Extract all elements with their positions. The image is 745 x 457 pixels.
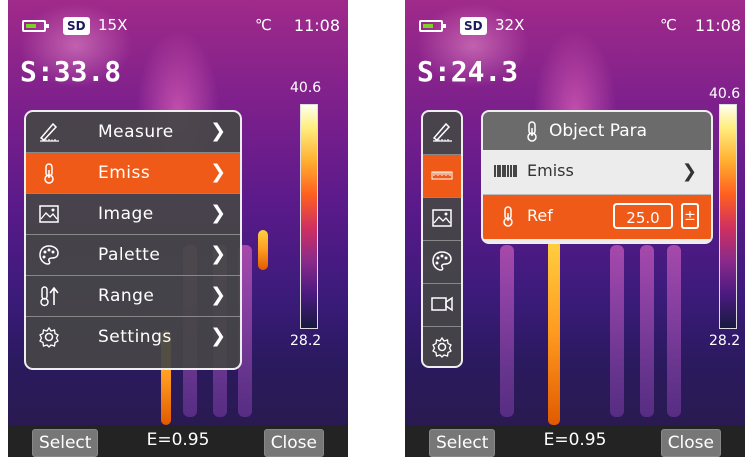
video-camera-icon — [431, 293, 453, 315]
chevron-right-icon: ❯ — [210, 120, 226, 142]
ruler-pencil-icon — [431, 121, 453, 143]
iconbar-item-emiss[interactable] — [423, 155, 461, 198]
battery-icon — [419, 20, 446, 32]
scale-max-label: 40.6 — [709, 86, 741, 102]
battery-icon — [22, 20, 49, 32]
menu-item-label: Measure — [98, 122, 174, 142]
status-bar: SD 32X ℃ 11:08 — [405, 14, 745, 40]
ref-value-field[interactable]: 25.0 — [613, 203, 673, 229]
background-stripe — [610, 245, 624, 417]
thermometer-icon — [497, 205, 519, 227]
menu-item-emiss[interactable]: Emiss ❯ — [26, 153, 240, 194]
image-icon — [38, 203, 60, 225]
menu-item-label: Image — [98, 204, 154, 224]
chevron-right-icon: ❯ — [210, 161, 226, 183]
spot-temperature: S:33.8 — [20, 55, 122, 88]
image-icon — [431, 207, 453, 229]
menu-item-label: Palette — [98, 245, 161, 265]
thermometer-range-icon — [38, 285, 60, 307]
sd-card-badge: SD — [63, 17, 90, 35]
temperature-scale-bar — [719, 104, 737, 329]
status-bar: SD 15X ℃ 11:08 — [8, 14, 348, 40]
iconbar-item-video[interactable] — [423, 284, 461, 327]
menu-icon-bar — [421, 110, 463, 368]
panel-header: Object Para — [483, 112, 711, 150]
unit-celsius: ℃ — [660, 16, 677, 34]
barcode-icon — [493, 163, 523, 179]
clock: 11:08 — [293, 16, 340, 35]
chevron-right-icon: ❯ — [681, 161, 697, 182]
clock: 11:08 — [694, 16, 741, 35]
panel-title: Object Para — [549, 121, 648, 141]
gear-icon — [431, 336, 453, 358]
thermometer-icon — [38, 162, 60, 184]
thermometer-icon — [521, 120, 543, 142]
object-para-panel: Object Para Emiss ❯ Ref 25.0 ± — [481, 110, 713, 244]
menu-item-image[interactable]: Image ❯ — [26, 194, 240, 235]
gear-icon — [38, 326, 60, 348]
plus-minus-button[interactable]: ± — [681, 203, 699, 229]
menu-item-range[interactable]: Range ❯ — [26, 276, 240, 317]
hot-cable — [258, 230, 268, 270]
menu-item-palette[interactable]: Palette ❯ — [26, 235, 240, 276]
chevron-right-icon: ❯ — [210, 325, 226, 347]
panel-item-ref[interactable]: Ref 25.0 ± — [483, 195, 711, 239]
emissivity-scale-icon — [431, 164, 453, 186]
palette-icon — [38, 244, 60, 266]
menu-item-label: Emiss — [98, 163, 151, 183]
close-button[interactable]: Close — [263, 429, 324, 457]
sd-card-badge: SD — [460, 17, 487, 35]
iconbar-item-image[interactable] — [423, 198, 461, 241]
thermal-screen-left: SD 15X ℃ 11:08 S:33.8 40.6 28.2 Measure … — [8, 0, 348, 457]
chevron-right-icon: ❯ — [210, 284, 226, 306]
background-stripe — [640, 245, 654, 417]
zoom-level: 32X — [495, 16, 525, 34]
panel-item-label: Ref — [527, 206, 553, 225]
zoom-level: 15X — [98, 16, 128, 34]
background-stripe — [667, 245, 681, 417]
scale-min-label: 28.2 — [290, 333, 322, 349]
panel-item-emiss[interactable]: Emiss ❯ — [483, 150, 711, 195]
close-button[interactable]: Close — [660, 429, 721, 457]
panel-item-label: Emiss — [527, 161, 574, 180]
menu-item-settings[interactable]: Settings ❯ — [26, 317, 240, 357]
iconbar-item-palette[interactable] — [423, 241, 461, 284]
thermal-screen-right: SD 32X ℃ 11:08 S:24.3 40.6 28.2 Object P… — [405, 0, 745, 457]
iconbar-item-measure[interactable] — [423, 112, 461, 155]
menu-item-label: Range — [98, 286, 155, 306]
scale-max-label: 40.6 — [290, 80, 322, 96]
hot-cable — [548, 240, 560, 425]
menu-item-label: Settings — [98, 327, 172, 347]
unit-celsius: ℃ — [255, 16, 272, 34]
spot-temperature: S:24.3 — [417, 55, 519, 88]
chevron-right-icon: ❯ — [210, 243, 226, 265]
chevron-right-icon: ❯ — [210, 202, 226, 224]
main-menu: Measure ❯ Emiss ❯ Image ❯ Palette ❯ Rang… — [24, 110, 242, 370]
scale-min-label: 28.2 — [709, 333, 741, 349]
iconbar-item-settings[interactable] — [423, 327, 461, 366]
palette-icon — [431, 250, 453, 272]
bottom-bar: Select E=0.95 Close — [405, 425, 745, 457]
menu-item-measure[interactable]: Measure ❯ — [26, 112, 240, 153]
bottom-bar: Select E=0.95 Close — [8, 425, 348, 457]
background-stripe — [500, 245, 514, 417]
temperature-scale-bar — [300, 104, 318, 329]
ruler-pencil-icon — [38, 121, 60, 143]
